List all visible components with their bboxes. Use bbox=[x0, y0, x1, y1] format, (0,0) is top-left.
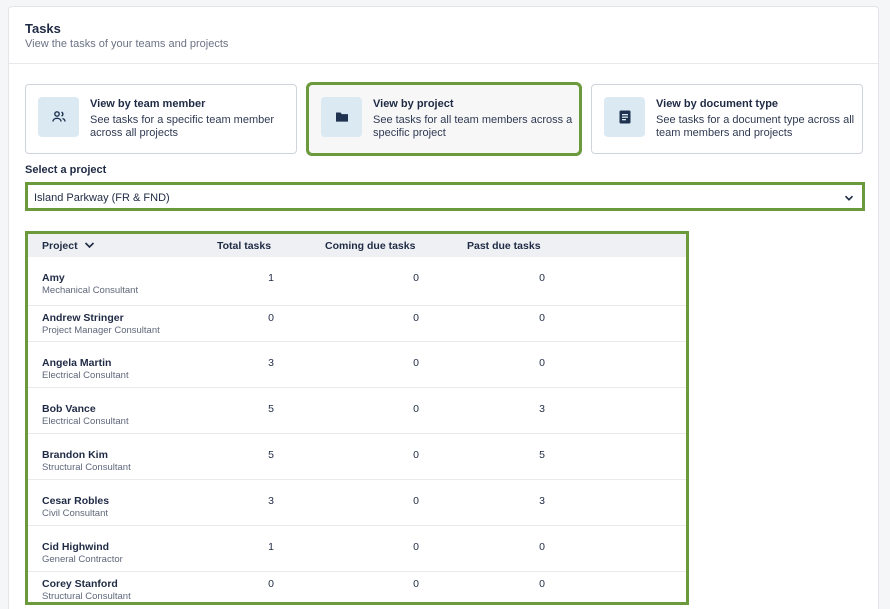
member-name: Cid Highwind bbox=[42, 541, 110, 553]
table-row[interactable]: Angela Martin Electrical Consultant 3 0 0 bbox=[28, 342, 686, 388]
card-description: See tasks for a document type across all… bbox=[656, 114, 855, 139]
coming-due-value: 0 bbox=[413, 403, 419, 415]
past-due-value: 0 bbox=[539, 312, 545, 324]
total-tasks-value: 0 bbox=[268, 578, 274, 590]
column-header-coming-due: Coming due tasks bbox=[325, 240, 416, 252]
page-subtitle: View the tasks of your teams and project… bbox=[25, 38, 229, 50]
table-row[interactable]: Corey Stanford Structural Consultant 0 0 0 bbox=[28, 572, 686, 602]
column-header-project: Project bbox=[42, 240, 78, 252]
page-title: Tasks bbox=[25, 21, 61, 36]
past-due-value: 3 bbox=[539, 403, 545, 415]
past-due-value: 5 bbox=[539, 449, 545, 461]
column-project-sort[interactable]: Project bbox=[42, 240, 95, 252]
total-tasks-value: 0 bbox=[268, 312, 274, 324]
view-by-project-card[interactable]: View by project See tasks for all team m… bbox=[306, 82, 582, 156]
member-name: Angela Martin bbox=[42, 357, 112, 369]
column-header-total: Total tasks bbox=[217, 240, 272, 252]
coming-due-value: 0 bbox=[413, 357, 419, 369]
table-row[interactable]: Amy Mechanical Consultant 1 0 0 bbox=[28, 257, 686, 306]
coming-due-value: 0 bbox=[413, 578, 419, 590]
past-due-value: 0 bbox=[539, 578, 545, 590]
card-description: See tasks for all team members across a … bbox=[373, 114, 573, 139]
project-select[interactable]: Island Parkway (FR & FND) bbox=[25, 182, 865, 211]
past-due-value: 0 bbox=[539, 272, 545, 284]
member-role: Civil Consultant bbox=[42, 508, 108, 519]
tasks-panel: Tasks View the tasks of your teams and p… bbox=[8, 6, 879, 609]
table-row[interactable]: Brandon Kim Structural Consultant 5 0 5 bbox=[28, 434, 686, 480]
card-description: See tasks for a specific team member acr… bbox=[90, 114, 275, 139]
member-name: Amy bbox=[42, 272, 65, 284]
project-select-value: Island Parkway (FR & FND) bbox=[34, 192, 170, 204]
total-tasks-value: 5 bbox=[268, 449, 274, 461]
past-due-value: 0 bbox=[539, 357, 545, 369]
chevron-down-icon bbox=[843, 191, 855, 209]
view-by-document-type-card[interactable]: View by document type See tasks for a do… bbox=[591, 84, 863, 154]
total-tasks-value: 5 bbox=[268, 403, 274, 415]
member-name: Corey Stanford bbox=[42, 578, 118, 590]
member-role: Electrical Consultant bbox=[42, 416, 129, 427]
past-due-value: 0 bbox=[539, 541, 545, 553]
member-name: Brandon Kim bbox=[42, 449, 108, 461]
table-row[interactable]: Cesar Robles Civil Consultant 3 0 3 bbox=[28, 480, 686, 526]
member-role: Electrical Consultant bbox=[42, 370, 129, 381]
card-title: View by project bbox=[373, 98, 454, 110]
coming-due-value: 0 bbox=[413, 495, 419, 507]
past-due-value: 3 bbox=[539, 495, 545, 507]
card-title: View by document type bbox=[656, 98, 779, 110]
coming-due-value: 0 bbox=[413, 312, 419, 324]
member-role: General Contractor bbox=[42, 554, 123, 565]
table-row[interactable]: Bob Vance Electrical Consultant 5 0 3 bbox=[28, 388, 686, 434]
member-role: Structural Consultant bbox=[42, 462, 131, 473]
member-name: Cesar Robles bbox=[42, 495, 110, 507]
column-header-past-due: Past due tasks bbox=[467, 240, 541, 252]
member-name: Bob Vance bbox=[42, 403, 96, 415]
total-tasks-value: 3 bbox=[268, 495, 274, 507]
total-tasks-value: 1 bbox=[268, 272, 274, 284]
member-role: Mechanical Consultant bbox=[42, 285, 139, 296]
coming-due-value: 0 bbox=[413, 541, 419, 553]
tasks-table: Project Total tasks Coming due tasks Pas… bbox=[25, 231, 689, 605]
total-tasks-value: 1 bbox=[268, 541, 274, 553]
member-role: Structural Consultant bbox=[42, 591, 131, 602]
member-role: Project Manager Consultant bbox=[42, 325, 160, 336]
card-title: View by team member bbox=[90, 98, 206, 110]
sort-chevron-icon bbox=[84, 242, 94, 249]
view-by-team-member-card[interactable]: View by team member See tasks for a spec… bbox=[25, 84, 297, 154]
project-select-label: Select a project bbox=[25, 164, 107, 176]
coming-due-value: 0 bbox=[413, 449, 419, 461]
member-name: Andrew Stringer bbox=[42, 312, 124, 324]
total-tasks-value: 3 bbox=[268, 357, 274, 369]
folder-icon bbox=[321, 97, 362, 137]
people-icon bbox=[38, 97, 79, 137]
document-icon bbox=[604, 97, 645, 137]
panel-header: Tasks View the tasks of your teams and p… bbox=[9, 7, 878, 64]
table-header: Project Total tasks Coming due tasks Pas… bbox=[28, 234, 686, 257]
coming-due-value: 0 bbox=[413, 272, 419, 284]
table-row[interactable]: Cid Highwind General Contractor 1 0 0 bbox=[28, 526, 686, 572]
table-row[interactable]: Andrew Stringer Project Manager Consultan… bbox=[28, 306, 686, 342]
